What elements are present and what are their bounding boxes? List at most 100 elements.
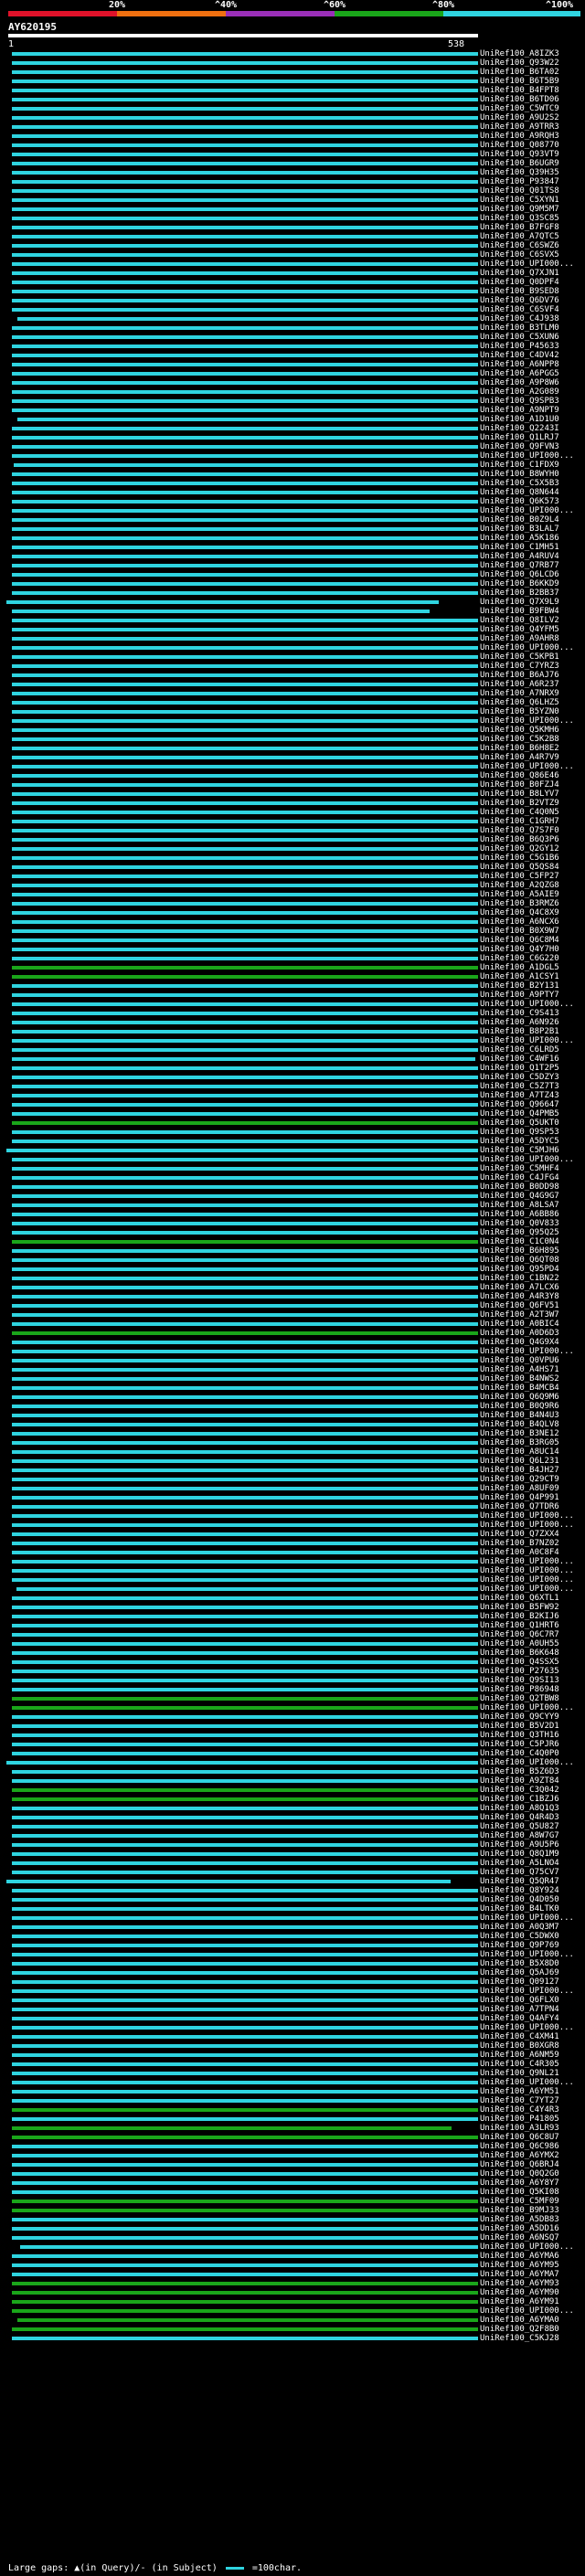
hit-row[interactable]: UniRef100_C4R305 bbox=[0, 2060, 585, 2069]
hit-accession-link[interactable]: UniRef100_C1BN22 bbox=[480, 1274, 559, 1283]
alignment-bar[interactable] bbox=[12, 673, 478, 677]
hit-accession-link[interactable]: UniRef100_Q96647 bbox=[480, 1100, 559, 1109]
hit-accession-link[interactable]: UniRef100_A8W7G7 bbox=[480, 1831, 559, 1840]
alignment-bar[interactable] bbox=[12, 399, 478, 403]
alignment-bar[interactable] bbox=[12, 1505, 478, 1509]
hit-accession-link[interactable]: UniRef100_A6NCX6 bbox=[480, 917, 559, 927]
hit-row[interactable]: UniRef100_Q6Q9M6 bbox=[0, 1393, 585, 1402]
hit-row[interactable]: UniRef100_Q6L231 bbox=[0, 1457, 585, 1466]
hit-accession-link[interactable]: UniRef100_B6H8E2 bbox=[480, 744, 559, 753]
hit-accession-link[interactable]: UniRef100_B5Z6D3 bbox=[480, 1767, 559, 1776]
alignment-bar[interactable] bbox=[12, 1423, 478, 1426]
hit-row[interactable]: UniRef100_C4XM41 bbox=[0, 2032, 585, 2041]
hit-row[interactable]: UniRef100_Q6C8U7 bbox=[0, 2133, 585, 2142]
alignment-bar[interactable] bbox=[12, 1935, 478, 1938]
hit-accession-link[interactable]: UniRef100_UPI000... bbox=[480, 1566, 574, 1575]
hit-row[interactable]: UniRef100_C3Q042 bbox=[0, 1786, 585, 1795]
alignment-bar[interactable] bbox=[12, 875, 478, 878]
alignment-bar[interactable] bbox=[12, 1706, 478, 1710]
hit-row[interactable]: UniRef100_UPI000... bbox=[0, 1575, 585, 1585]
hit-row[interactable]: UniRef100_Q9NL21 bbox=[0, 2069, 585, 2078]
hit-row[interactable]: UniRef100_Q6QT08 bbox=[0, 1256, 585, 1265]
alignment-bar[interactable] bbox=[12, 1871, 478, 1874]
hit-accession-link[interactable]: UniRef100_B9SED8 bbox=[480, 287, 559, 296]
hit-accession-link[interactable]: UniRef100_A1DGL5 bbox=[480, 963, 559, 972]
alignment-bar[interactable] bbox=[12, 1158, 478, 1161]
hit-accession-link[interactable]: UniRef100_UPI000... bbox=[480, 1155, 574, 1164]
alignment-bar[interactable] bbox=[12, 2081, 478, 2084]
hit-accession-link[interactable]: UniRef100_B3LAL7 bbox=[480, 525, 559, 534]
hit-accession-link[interactable]: UniRef100_Q9M5M7 bbox=[480, 205, 559, 214]
hit-row[interactable]: UniRef100_C5FP27 bbox=[0, 872, 585, 881]
hit-row[interactable]: UniRef100_C1GRH7 bbox=[0, 817, 585, 826]
hit-row[interactable]: UniRef100_Q95Q25 bbox=[0, 1228, 585, 1237]
hit-accession-link[interactable]: UniRef100_A8IZK3 bbox=[480, 49, 559, 58]
hit-row[interactable]: UniRef100_A1D1U0 bbox=[0, 415, 585, 424]
hit-row[interactable]: UniRef100_UPI000... bbox=[0, 1036, 585, 1045]
hit-accession-link[interactable]: UniRef100_C5MHF4 bbox=[480, 1164, 559, 1173]
hit-accession-link[interactable]: UniRef100_UPI000... bbox=[480, 643, 574, 652]
hit-row[interactable]: UniRef100_B0XGR8 bbox=[0, 2041, 585, 2051]
hit-row[interactable]: UniRef100_Q09127 bbox=[0, 1977, 585, 1987]
alignment-bar[interactable] bbox=[12, 98, 478, 101]
hit-accession-link[interactable]: UniRef100_A5DYC5 bbox=[480, 1137, 559, 1146]
alignment-bar[interactable] bbox=[12, 1359, 478, 1362]
alignment-bar[interactable] bbox=[12, 1861, 478, 1865]
hit-row[interactable]: UniRef100_Q4YFM5 bbox=[0, 625, 585, 634]
alignment-bar[interactable] bbox=[12, 2154, 478, 2157]
hit-row[interactable]: UniRef100_P93847 bbox=[0, 177, 585, 186]
alignment-bar[interactable] bbox=[12, 1980, 478, 1984]
hit-accession-link[interactable]: UniRef100_Q5U827 bbox=[480, 1822, 559, 1831]
hit-accession-link[interactable]: UniRef100_A6YM93 bbox=[480, 2279, 559, 2288]
alignment-bar[interactable] bbox=[12, 1496, 478, 1500]
hit-row[interactable]: UniRef100_B2VTZ9 bbox=[0, 799, 585, 808]
hit-row[interactable]: UniRef100_A0C8F4 bbox=[0, 1548, 585, 1557]
hit-row[interactable]: UniRef100_UPI000... bbox=[0, 716, 585, 726]
hit-row[interactable]: UniRef100_B6Q3P6 bbox=[0, 835, 585, 844]
hit-accession-link[interactable]: UniRef100_Q6LHZ5 bbox=[480, 698, 559, 707]
hit-accession-link[interactable]: UniRef100_Q2F8B0 bbox=[480, 2325, 559, 2334]
alignment-bar[interactable] bbox=[12, 299, 478, 302]
alignment-bar[interactable] bbox=[12, 783, 478, 787]
alignment-bar[interactable] bbox=[12, 52, 478, 56]
hit-row[interactable]: UniRef100_B0Q9R6 bbox=[0, 1402, 585, 1411]
hit-accession-link[interactable]: UniRef100_UPI000... bbox=[480, 2023, 574, 2032]
alignment-bar[interactable] bbox=[12, 390, 478, 394]
alignment-bar[interactable] bbox=[12, 2136, 478, 2139]
hit-accession-link[interactable]: UniRef100_Q6FV51 bbox=[480, 1301, 559, 1310]
alignment-bar[interactable] bbox=[12, 2117, 478, 2121]
hit-row[interactable]: UniRef100_A0D6D3 bbox=[0, 1329, 585, 1338]
alignment-bar[interactable] bbox=[12, 701, 478, 705]
hit-row[interactable]: UniRef100_C5MF09 bbox=[0, 2197, 585, 2206]
alignment-bar[interactable] bbox=[12, 244, 478, 248]
hit-accession-link[interactable]: UniRef100_B2Y131 bbox=[480, 981, 559, 991]
hit-row[interactable]: UniRef100_A8LSA7 bbox=[0, 1201, 585, 1210]
hit-accession-link[interactable]: UniRef100_Q86E46 bbox=[480, 771, 559, 780]
hit-row[interactable]: UniRef100_C5XYN1 bbox=[0, 196, 585, 205]
alignment-bar[interactable] bbox=[12, 1660, 478, 1664]
hit-accession-link[interactable]: UniRef100_Q9FVN3 bbox=[480, 442, 559, 451]
hit-accession-link[interactable]: UniRef100_B3NE12 bbox=[480, 1429, 559, 1438]
alignment-bar[interactable] bbox=[12, 1167, 478, 1171]
hit-row[interactable]: UniRef100_A2T3W7 bbox=[0, 1310, 585, 1320]
hit-accession-link[interactable]: UniRef100_A6YM90 bbox=[480, 2288, 559, 2297]
hit-row[interactable]: UniRef100_C6LRD5 bbox=[0, 1045, 585, 1055]
alignment-bar[interactable] bbox=[12, 2273, 478, 2276]
alignment-bar[interactable] bbox=[12, 1971, 478, 1975]
hit-row[interactable]: UniRef100_Q93VT9 bbox=[0, 150, 585, 159]
alignment-bar[interactable] bbox=[12, 107, 478, 111]
hit-accession-link[interactable]: UniRef100_UPI000... bbox=[480, 1913, 574, 1923]
hit-accession-link[interactable]: UniRef100_P93847 bbox=[480, 177, 559, 186]
hit-accession-link[interactable]: UniRef100_B6UGR9 bbox=[480, 159, 559, 168]
hit-row[interactable]: UniRef100_Q4SSX5 bbox=[0, 1658, 585, 1667]
alignment-bar[interactable] bbox=[12, 1203, 478, 1207]
hit-row[interactable]: UniRef100_A7TZ43 bbox=[0, 1091, 585, 1100]
hit-row[interactable]: UniRef100_A2G089 bbox=[0, 387, 585, 397]
alignment-bar[interactable] bbox=[12, 683, 478, 686]
hit-accession-link[interactable]: UniRef100_Q5QS84 bbox=[480, 863, 559, 872]
hit-accession-link[interactable]: UniRef100_UPI000... bbox=[480, 260, 574, 269]
hit-accession-link[interactable]: UniRef100_UPI000... bbox=[480, 762, 574, 771]
hit-row[interactable]: UniRef100_Q0Q2G0 bbox=[0, 2169, 585, 2178]
hit-accession-link[interactable]: UniRef100_Q9P769 bbox=[480, 1941, 559, 1950]
alignment-bar[interactable] bbox=[12, 2309, 478, 2313]
